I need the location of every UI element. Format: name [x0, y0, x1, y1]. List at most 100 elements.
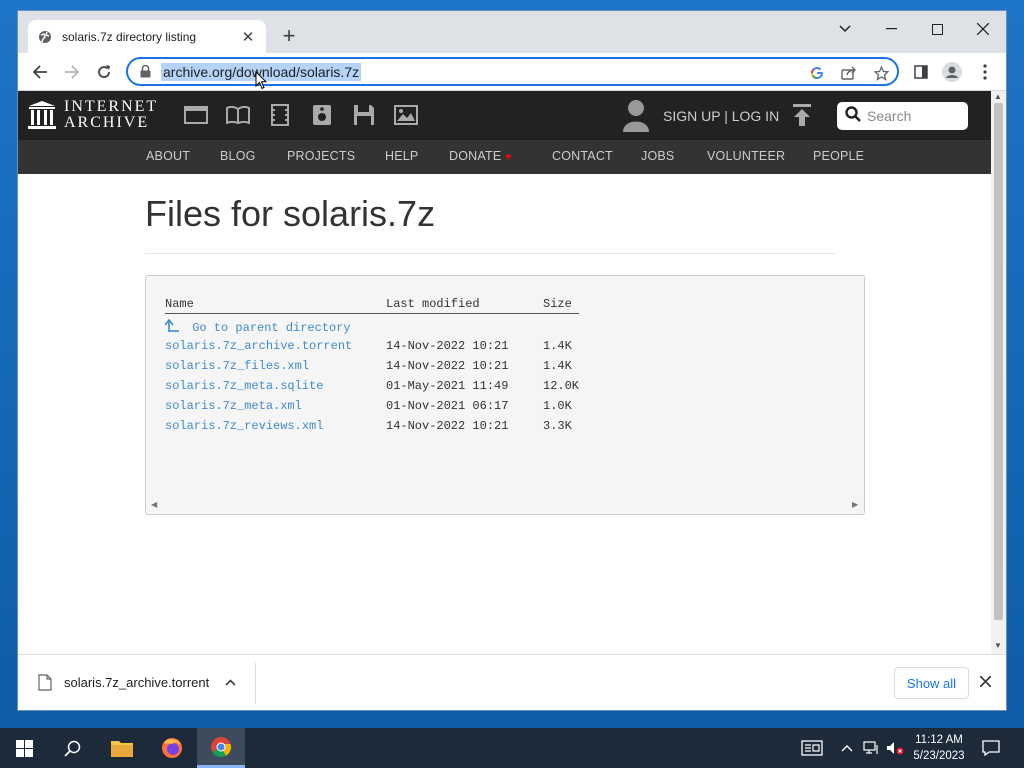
internet-archive-logo[interactable]: INTERNET ARCHIVE — [28, 99, 158, 131]
scroll-down-arrow-icon[interactable]: ▼ — [994, 641, 1002, 650]
firefox-button[interactable] — [148, 728, 196, 768]
ia-search-input[interactable]: Search — [837, 102, 968, 130]
address-bar[interactable]: archive.org/download/solaris.7z — [126, 57, 899, 86]
windows-logo-icon — [15, 739, 33, 757]
menu-blog[interactable]: BLOG — [220, 149, 256, 163]
tab-close-icon[interactable]: ✕ — [240, 28, 256, 46]
file-size: 3.3K — [543, 419, 572, 433]
signup-login-link[interactable]: SIGN UP | LOG IN — [663, 108, 779, 124]
menu-donate[interactable]: DONATE ♥ — [449, 149, 512, 163]
minimize-button[interactable] — [868, 15, 914, 43]
menu-help[interactable]: HELP — [385, 149, 418, 163]
scroll-left-arrow-icon[interactable]: ◀ — [151, 500, 157, 509]
logo-line-archive: ARCHIVE — [64, 114, 150, 131]
file-link[interactable]: solaris.7z_meta.sqlite — [165, 379, 323, 393]
mouse-cursor-icon — [255, 70, 268, 95]
directory-listing: Name Last modified Size Go to parent dir… — [145, 275, 865, 515]
audio-icon[interactable] — [309, 103, 335, 127]
menu-volunteer[interactable]: VOLUNTEER — [707, 149, 785, 163]
menu-projects[interactable]: PROJECTS — [287, 149, 355, 163]
file-link[interactable]: solaris.7z_meta.xml — [165, 399, 302, 413]
maximize-button[interactable] — [914, 15, 960, 43]
file-size: 1.4K — [543, 359, 572, 373]
close-download-bar-icon[interactable] — [979, 674, 992, 692]
firefox-icon — [162, 738, 182, 758]
download-item[interactable]: solaris.7z_archive.torrent — [38, 673, 236, 691]
file-modified: 14-Nov-2022 10:21 — [386, 419, 509, 433]
forward-button[interactable] — [59, 59, 85, 85]
table-row: solaris.7z_archive.torrent 14-Nov-2022 1… — [165, 334, 579, 354]
volume-muted-icon[interactable] — [886, 739, 904, 757]
file-link[interactable]: solaris.7z_reviews.xml — [165, 419, 323, 433]
file-link[interactable]: solaris.7z_archive.torrent — [165, 339, 352, 353]
browser-toolbar: archive.org/download/solaris.7z — [18, 53, 1006, 91]
ia-menu-bar: ABOUT BLOG PROJECTS HELP DONATE ♥ CONTACT… — [18, 140, 991, 174]
video-icon[interactable] — [267, 103, 293, 127]
column-last-modified[interactable]: Last modified — [386, 297, 480, 311]
file-size: 1.0K — [543, 399, 572, 413]
menu-jobs[interactable]: JOBS — [641, 149, 674, 163]
search-button[interactable] — [48, 728, 96, 768]
clock-date: 5/23/2023 — [913, 750, 965, 762]
texts-icon[interactable] — [225, 103, 251, 127]
news-widget-icon[interactable] — [800, 739, 824, 757]
file-modified: 14-Nov-2022 10:21 — [386, 359, 509, 373]
menu-about[interactable]: ABOUT — [146, 149, 190, 163]
column-name[interactable]: Name — [165, 297, 194, 311]
table-row: solaris.7z_reviews.xml 14-Nov-2022 10:21… — [165, 414, 579, 434]
menu-contact[interactable]: CONTACT — [552, 149, 613, 163]
user-avatar-icon[interactable] — [621, 98, 651, 137]
software-icon[interactable] — [351, 103, 377, 127]
parent-directory-link[interactable]: Go to parent directory — [164, 318, 351, 335]
scrollbar-thumb[interactable] — [994, 103, 1003, 620]
chrome-menu-icon[interactable] — [975, 62, 995, 82]
column-size[interactable]: Size — [543, 297, 572, 311]
download-bar: solaris.7z_archive.torrent Show all — [18, 654, 1006, 710]
search-placeholder: Search — [867, 108, 912, 124]
file-link[interactable]: solaris.7z_files.xml — [165, 359, 309, 373]
upload-icon[interactable] — [793, 104, 811, 131]
scroll-right-arrow-icon[interactable]: ▶ — [852, 500, 858, 509]
search-icon — [63, 740, 80, 757]
chevron-up-icon[interactable] — [838, 739, 856, 757]
page-scrollbar[interactable]: ▲ ▼ — [991, 91, 1006, 654]
images-icon[interactable] — [393, 103, 419, 127]
web-icon[interactable] — [183, 103, 209, 127]
heart-icon: ♥ — [505, 152, 512, 163]
file-explorer-button[interactable] — [98, 728, 146, 768]
system-clock[interactable]: 11:12 AM 5/23/2023 — [907, 732, 971, 764]
scroll-up-arrow-icon[interactable]: ▲ — [994, 92, 1002, 101]
new-tab-button[interactable]: + — [277, 23, 301, 48]
table-row: solaris.7z_meta.sqlite 01-May-2021 11:49… — [165, 374, 579, 394]
tab-search-chevron-icon[interactable] — [822, 15, 868, 43]
share-icon[interactable] — [840, 64, 858, 82]
donate-label: DONATE — [449, 149, 502, 163]
logo-line-internet: INTERNET — [64, 98, 159, 115]
bookmark-star-icon[interactable] — [872, 64, 890, 82]
lock-icon[interactable] — [140, 64, 151, 83]
page-title: Files for solaris.7z — [145, 193, 436, 234]
chrome-taskbar-button[interactable] — [197, 728, 245, 768]
notification-icon[interactable] — [982, 739, 1000, 757]
active-tab[interactable]: solaris.7z directory listing ✕ — [28, 20, 266, 53]
start-button[interactable] — [0, 728, 48, 768]
table-row: solaris.7z_meta.xml 01-Nov-2021 06:17 1.… — [165, 394, 579, 414]
google-lens-icon[interactable] — [808, 64, 826, 82]
globe-icon — [38, 30, 52, 44]
menu-people[interactable]: PEOPLE — [813, 149, 864, 163]
download-filename: solaris.7z_archive.torrent — [64, 674, 210, 690]
reload-button[interactable] — [91, 59, 117, 85]
chevron-up-icon[interactable] — [225, 673, 236, 691]
back-button[interactable] — [27, 59, 53, 85]
download-separator — [255, 663, 256, 704]
page-viewport: INTERNET ARCHIVE SIGN UP | LOG IN Search… — [18, 91, 991, 654]
network-icon[interactable] — [862, 739, 880, 757]
close-window-button[interactable] — [960, 15, 1006, 43]
profile-avatar-icon[interactable] — [942, 62, 962, 82]
browser-window: solaris.7z directory listing ✕ + archive… — [17, 10, 1007, 711]
side-panel-icon[interactable] — [911, 62, 931, 82]
show-all-button[interactable]: Show all — [894, 667, 969, 699]
parent-directory-row: Go to parent directory — [164, 314, 579, 335]
up-arrow-icon — [164, 318, 179, 332]
chrome-icon — [211, 736, 232, 757]
